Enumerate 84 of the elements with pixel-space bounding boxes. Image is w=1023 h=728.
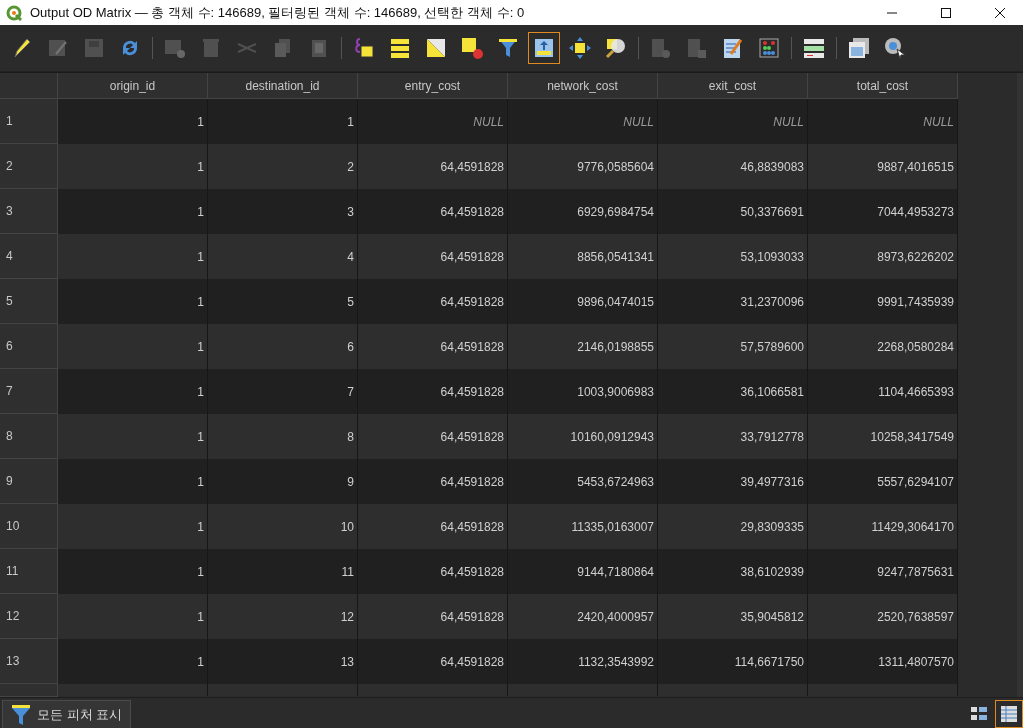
- row-header[interactable]: 13: [0, 639, 58, 684]
- table-cell: 9: [208, 459, 358, 504]
- maximize-icon: [940, 6, 952, 19]
- row-header[interactable]: 1: [0, 99, 58, 144]
- table-cell: 7044,4953273: [808, 189, 958, 234]
- table-cell: 64,4591828: [358, 549, 508, 594]
- table-cell: 39,4977316: [658, 459, 808, 504]
- table-cell: 1: [208, 99, 358, 144]
- table-cell: 1003,9006983: [508, 369, 658, 414]
- table-cell: 5557,6294107: [808, 459, 958, 504]
- table-cell: 1: [58, 369, 208, 414]
- table-cell: 1: [58, 189, 208, 234]
- toolbar-button[interactable]: [528, 32, 560, 64]
- table-cell: 50,3376691: [658, 189, 808, 234]
- row-header[interactable]: 4: [0, 234, 58, 279]
- table-cell: NULL: [358, 99, 508, 144]
- close-icon: [994, 6, 1006, 19]
- column-header[interactable]: destination_id: [208, 73, 358, 99]
- column-header[interactable]: exit_cost: [658, 73, 808, 99]
- deselect-icon: [460, 36, 484, 60]
- row-header[interactable]: 2: [0, 144, 58, 189]
- table-cell: 1: [58, 459, 208, 504]
- table-cell: NULL: [808, 99, 958, 144]
- table-cell: 11: [208, 549, 358, 594]
- table-cell: 31,2370096: [658, 279, 808, 324]
- filter-icon: [496, 36, 520, 60]
- table-cell: 5: [208, 279, 358, 324]
- filter-icon: [11, 703, 31, 726]
- table-cell: 1: [58, 549, 208, 594]
- table-cell: 36,1066581: [658, 369, 808, 414]
- table-cell: 64,4591828: [358, 639, 508, 684]
- table-view-button[interactable]: [995, 700, 1023, 728]
- table-cell: 38,6102939: [658, 549, 808, 594]
- row-header[interactable]: 11: [0, 549, 58, 594]
- table-cell: 9896,0474015: [508, 279, 658, 324]
- table-cell: 5453,6724963: [508, 459, 658, 504]
- column-header[interactable]: network_cost: [508, 73, 658, 99]
- column-header[interactable]: total_cost: [808, 73, 958, 99]
- table-cell: 9144,7180864: [508, 549, 658, 594]
- table-cell: 13: [208, 639, 358, 684]
- select-all-icon: [388, 36, 412, 60]
- invert-selection-icon: [424, 36, 448, 60]
- table-cell: 1104,4665393: [808, 369, 958, 414]
- pan-arrows-icon: [568, 36, 592, 60]
- row-header[interactable]: 5: [0, 279, 58, 324]
- column-header[interactable]: entry_cost: [358, 73, 508, 99]
- table-cell: 1: [58, 279, 208, 324]
- abacus-icon: [757, 36, 781, 60]
- row-header[interactable]: 8: [0, 414, 58, 459]
- table-cell: 1311,4807570: [808, 639, 958, 684]
- show-all-features-button[interactable]: 모든 피처 표시: [2, 700, 132, 728]
- row-header[interactable]: 3: [0, 189, 58, 234]
- dock-panels-icon: [802, 36, 826, 60]
- row-header[interactable]: 6: [0, 324, 58, 369]
- row-header[interactable]: 12: [0, 594, 58, 639]
- table-cell: 6929,6984754: [508, 189, 658, 234]
- table-cell: 64,4591828: [358, 279, 508, 324]
- table-cell: 1: [58, 99, 208, 144]
- table-cell: NULL: [508, 99, 658, 144]
- magnifier-icon: [604, 36, 628, 60]
- table-windows-icon: [847, 36, 871, 60]
- table-cell: 114,6671750: [658, 639, 808, 684]
- expression-select-icon: [352, 36, 376, 60]
- table-cell: 1132,3543992: [508, 639, 658, 684]
- table-cell: NULL: [658, 99, 808, 144]
- table-cell: 9991,7435939: [808, 279, 958, 324]
- row-header[interactable]: 10: [0, 504, 58, 549]
- app-logo-icon: [6, 4, 22, 21]
- table-cell: 3: [208, 189, 358, 234]
- form-view-icon: [970, 705, 988, 723]
- row-header[interactable]: 7: [0, 369, 58, 414]
- table-cell: 64,4591828: [358, 369, 508, 414]
- table-cell: 64,4591828: [358, 189, 508, 234]
- table-cell: 64,4591828: [358, 459, 508, 504]
- row-header[interactable]: 9: [0, 459, 58, 504]
- move-to-top-icon: [532, 36, 556, 60]
- table-view-icon: [1000, 705, 1018, 723]
- table-cell: 1: [58, 639, 208, 684]
- table-cell: 9247,7875631: [808, 549, 958, 594]
- corner-header: [0, 73, 58, 99]
- table-cell: 7: [208, 369, 358, 414]
- window-title: Output OD Matrix — 총 객체 수: 146689, 필터링된 객체 수: 146689, 선택한 객체 수: 0: [30, 3, 526, 22]
- column-header[interactable]: origin_id: [58, 73, 208, 99]
- form-pencil-icon: [721, 36, 745, 60]
